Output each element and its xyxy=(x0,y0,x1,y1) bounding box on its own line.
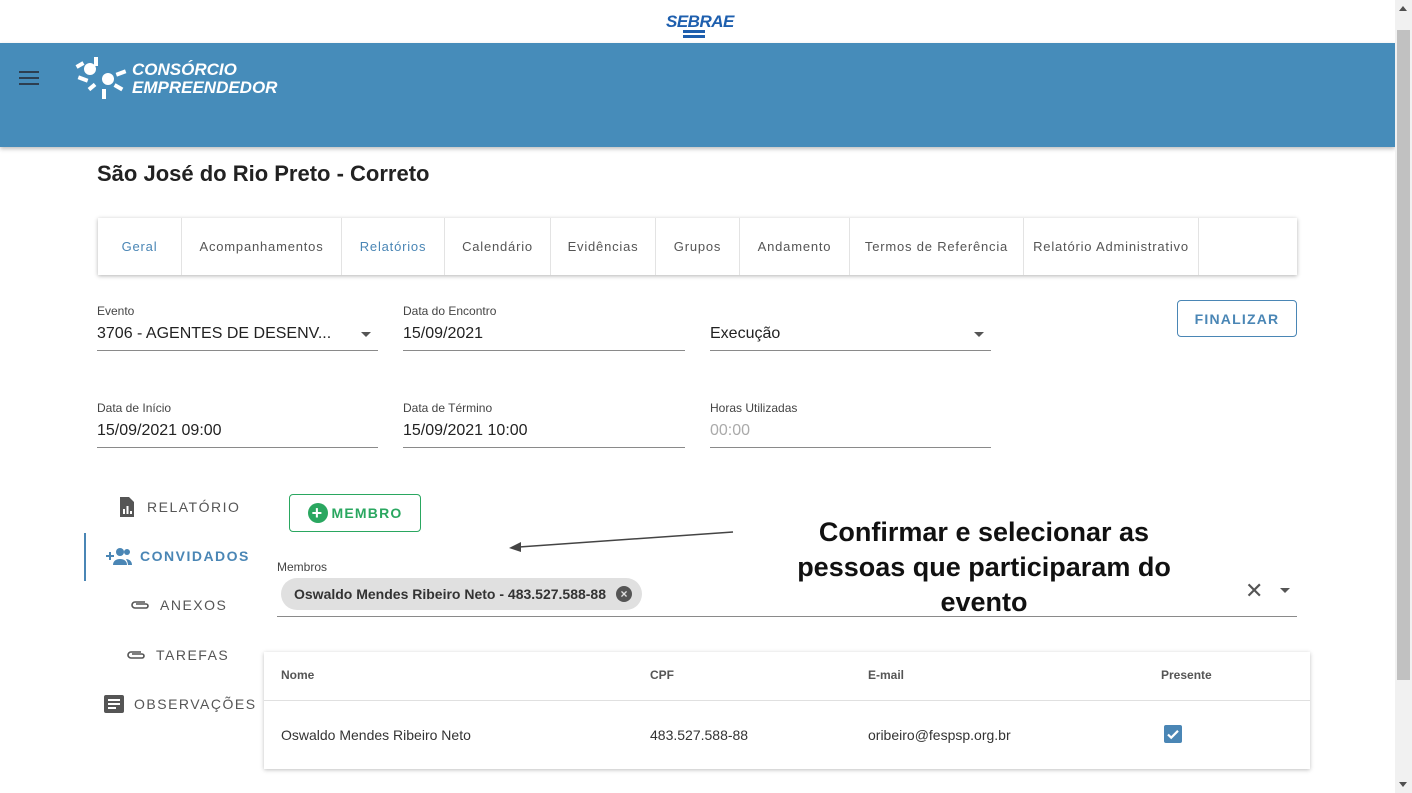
scroll-thumb[interactable] xyxy=(1397,30,1410,680)
side-nav-tarefas[interactable]: TAREFAS xyxy=(125,647,229,663)
data-inicio-value: 15/09/2021 09:00 xyxy=(97,422,222,439)
paperclip-icon xyxy=(127,651,145,659)
checkmark-icon xyxy=(1167,730,1179,740)
chevron-down-icon xyxy=(974,332,984,337)
side-nav-tarefas-label: TAREFAS xyxy=(156,647,230,663)
side-nav-convidados-label: CONVIDADOS xyxy=(140,548,250,564)
file-chart-icon xyxy=(120,497,134,517)
tab-relatorios[interactable]: Relatórios xyxy=(342,218,445,275)
chevron-down-icon[interactable] xyxy=(1280,588,1290,593)
side-nav-observacoes[interactable]: OBSERVAÇÕES xyxy=(104,695,257,713)
column-header-presente: Presente xyxy=(1161,668,1212,682)
evento-value: 3706 - AGENTES DE DESENV... xyxy=(97,325,332,342)
active-nav-indicator xyxy=(84,533,86,581)
header-divider xyxy=(264,700,1310,701)
tab-andamento[interactable]: Andamento xyxy=(740,218,850,275)
sebrae-logo: SEBRAE xyxy=(666,12,734,31)
horas-utilizadas-field[interactable]: Horas Utilizadas 00:00 xyxy=(710,401,991,448)
data-inicio-field[interactable]: Data de Início 15/09/2021 09:00 xyxy=(97,401,378,448)
notes-icon xyxy=(104,695,124,713)
annotation-arrow-icon xyxy=(509,531,734,552)
app-bar: CONSÓRCIO EMPREENDEDOR xyxy=(0,43,1395,147)
side-nav-observacoes-label: OBSERVAÇÕES xyxy=(134,696,257,712)
member-chip[interactable]: Oswaldo Mendes Ribeiro Neto - 483.527.58… xyxy=(281,578,643,610)
column-header-cpf: CPF xyxy=(650,668,674,682)
evento-label: Evento xyxy=(97,304,135,318)
add-membro-button[interactable]: + MEMBRO xyxy=(289,494,421,532)
membros-label: Membros xyxy=(277,560,328,574)
data-termino-label: Data de Término xyxy=(403,401,493,415)
tab-acompanhamentos[interactable]: Acompanhamentos xyxy=(182,218,342,275)
clear-selection-icon[interactable]: ✕ xyxy=(1245,578,1263,604)
hamburger-menu-icon[interactable] xyxy=(19,71,39,87)
sebrae-logo-bars xyxy=(683,30,705,38)
side-nav-anexos-label: ANEXOS xyxy=(160,597,228,613)
logo-line-2: EMPREENDEDOR xyxy=(132,78,278,97)
side-nav-relatorio-label: RELATÓRIO xyxy=(147,499,241,515)
side-nav-anexos[interactable]: ANEXOS xyxy=(129,597,227,613)
page-scrollbar[interactable] xyxy=(1395,0,1412,793)
status-select[interactable]: Execução xyxy=(710,304,991,351)
members-table: Nome CPF E-mail Presente Oswaldo Mendes … xyxy=(264,652,1310,769)
logo-mark-icon xyxy=(75,57,127,99)
add-group-icon xyxy=(106,548,132,565)
paperclip-icon xyxy=(131,601,149,609)
tab-relatorio-administrativo[interactable]: Relatório Administrativo xyxy=(1024,218,1199,275)
cell-nome: Oswaldo Mendes Ribeiro Neto xyxy=(281,727,471,743)
tab-evidencias[interactable]: Evidências xyxy=(551,218,656,275)
data-encontro-label: Data do Encontro xyxy=(403,304,497,318)
tab-termos-de-referencia[interactable]: Termos de Referência xyxy=(850,218,1024,275)
plus-circle-icon: + xyxy=(307,503,328,523)
logo-line-1: CONSÓRCIO xyxy=(132,60,237,79)
tab-geral[interactable]: Geral xyxy=(98,218,182,275)
data-termino-field[interactable]: Data de Término 15/09/2021 10:00 xyxy=(403,401,685,448)
annotation-text: Confirmar e selecionar as pessoas que pa… xyxy=(797,517,1171,617)
chevron-down-icon xyxy=(361,332,371,337)
member-chip-label: Oswaldo Mendes Ribeiro Neto - 483.527.58… xyxy=(294,586,607,602)
cell-cpf: 483.527.588-88 xyxy=(650,727,749,743)
tab-calendario[interactable]: Calendário xyxy=(445,218,551,275)
horas-utilizadas-value: 00:00 xyxy=(710,422,751,439)
page-title: São José do Rio Preto - Correto xyxy=(97,161,430,186)
scroll-down-arrow-icon[interactable] xyxy=(1399,782,1407,787)
finalizar-button[interactable]: FINALIZAR xyxy=(1177,300,1297,337)
data-inicio-label: Data de Início xyxy=(97,401,172,415)
top-bar: SEBRAE xyxy=(0,0,1395,43)
tab-bar: Geral Acompanhamentos Relatórios Calendá… xyxy=(98,218,1297,275)
tab-grupos[interactable]: Grupos xyxy=(656,218,740,275)
presente-checkbox[interactable] xyxy=(1164,725,1182,743)
evento-select[interactable]: Evento 3706 - AGENTES DE DESENV... xyxy=(97,304,378,351)
data-termino-value: 15/09/2021 10:00 xyxy=(403,422,528,439)
column-header-nome: Nome xyxy=(281,668,315,682)
side-nav-convidados[interactable]: CONVIDADOS xyxy=(106,547,250,565)
horas-utilizadas-label: Horas Utilizadas xyxy=(710,401,798,415)
column-header-email: E-mail xyxy=(868,668,905,682)
data-encontro-value: 15/09/2021 xyxy=(403,325,484,342)
chip-remove-icon[interactable]: × xyxy=(616,586,633,602)
cell-email: oribeiro@fespsp.org.br xyxy=(868,727,1011,743)
side-nav-relatorio[interactable]: RELATÓRIO xyxy=(118,497,240,517)
data-encontro-field[interactable]: Data do Encontro 15/09/2021 xyxy=(403,304,685,351)
status-value: Execução xyxy=(710,325,781,342)
add-membro-label: MEMBRO xyxy=(331,505,403,521)
scroll-up-arrow-icon[interactable] xyxy=(1399,6,1407,11)
